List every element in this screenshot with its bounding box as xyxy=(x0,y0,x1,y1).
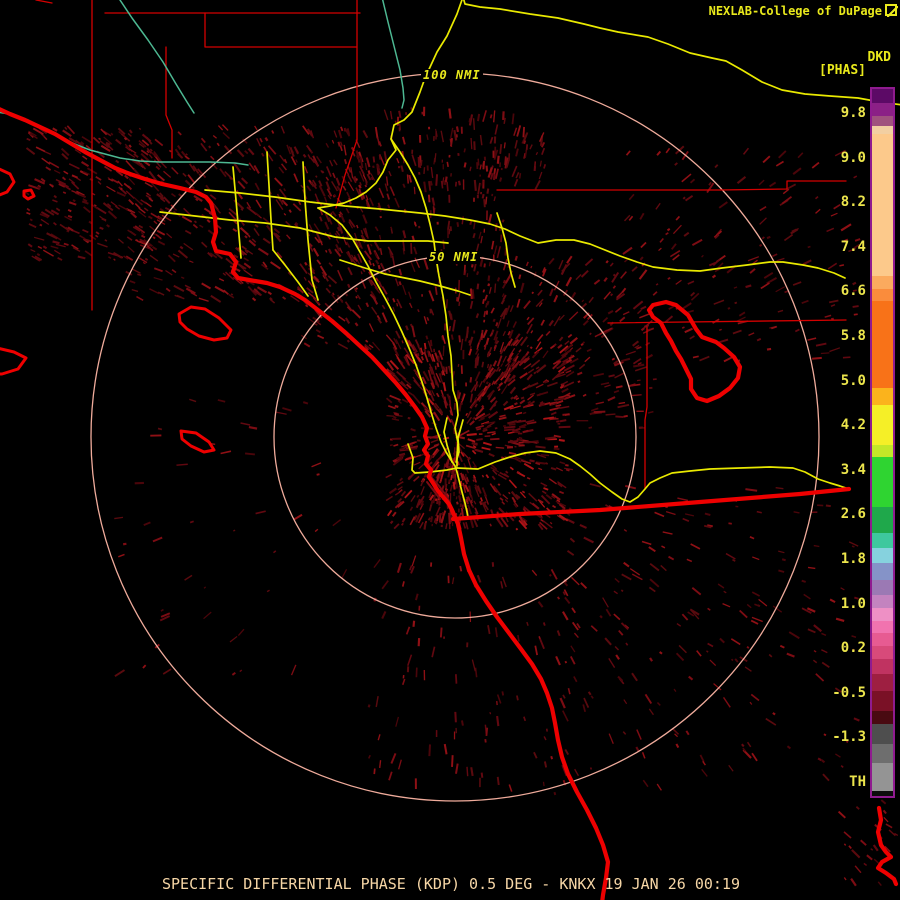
colorbar-segment xyxy=(872,580,893,595)
colorbar-segment xyxy=(872,116,893,126)
colorbar-tick-label: 3.4 xyxy=(840,461,866,478)
product-code: DKD xyxy=(867,50,891,65)
colorbar-segment xyxy=(872,276,893,289)
caption: SPECIFIC DIFFERENTIAL PHASE (KDP) 0.5 DE… xyxy=(162,875,740,893)
colorbar-segment xyxy=(872,621,893,633)
colorbar-segment xyxy=(872,711,893,724)
colorbar-segment xyxy=(872,791,893,796)
colorbar-segment xyxy=(872,595,893,608)
colorbar-tick-label: 1.0 xyxy=(840,595,866,612)
colorbar-tick-label: 8.2 xyxy=(840,194,866,211)
colorbar-segment xyxy=(872,388,893,405)
colorbar-segment xyxy=(872,659,893,674)
colorbar-segment xyxy=(872,548,893,563)
colorbar-tick-label: 4.2 xyxy=(840,417,866,434)
colorbar-segment xyxy=(872,89,893,103)
colorbar-segment xyxy=(872,744,893,763)
colorbar-tick-label: -0.5 xyxy=(832,684,866,701)
range-ring-label-50nmi: 50 NMI xyxy=(427,250,481,264)
colorbar-segment xyxy=(872,533,893,548)
colorbar-segment xyxy=(872,633,893,646)
colorbar-tick-label: 9.8 xyxy=(840,105,866,121)
roads xyxy=(159,0,900,518)
colorbar-tick-label: 7.4 xyxy=(840,238,866,255)
colorbar-tick-label: 1.8 xyxy=(840,551,866,567)
colorbar-segment xyxy=(872,134,893,276)
range-ring-label-100nmi: 100 NMI xyxy=(421,68,483,82)
colorbar-segment xyxy=(872,507,893,533)
colorbar-tick-label: 9.0 xyxy=(840,149,866,166)
product-units: [PHAS] xyxy=(819,63,866,78)
college-of-dupage-logo-icon xyxy=(885,4,898,17)
colorbar-segment xyxy=(872,646,893,659)
colorbar-tick-label: 6.6 xyxy=(840,283,866,300)
colorbar-segment xyxy=(872,763,893,791)
colorbar-tick-label: 5.0 xyxy=(840,372,866,389)
islands-lakes xyxy=(0,167,233,454)
colorbar-tick-label: 0.2 xyxy=(840,640,866,657)
radar-display: NEXLAB-College of DuPage DKD [PHAS] 9.8 9… xyxy=(0,0,900,900)
colorbar-tick-label: TH xyxy=(849,774,866,790)
colorbar-tick-label: -1.3 xyxy=(832,729,866,746)
colorbar-segment xyxy=(872,445,893,457)
colorbar-segment xyxy=(872,289,893,301)
colorbar-segment xyxy=(872,103,893,116)
radar-map xyxy=(0,0,900,900)
colorbar-segment xyxy=(872,301,893,388)
colorbar-segment xyxy=(872,405,893,445)
colorbar xyxy=(870,87,895,798)
colorbar-segment xyxy=(872,563,893,580)
page-title: NEXLAB-College of DuPage xyxy=(708,4,882,18)
colorbar-segment xyxy=(872,457,893,507)
colorbar-segment xyxy=(872,691,893,711)
colorbar-segment xyxy=(872,724,893,744)
colorbar-segment xyxy=(872,126,893,134)
colorbar-tick-label: 2.6 xyxy=(840,506,866,523)
colorbar-segment xyxy=(872,608,893,621)
colorbar-tick-label: 5.8 xyxy=(840,328,866,344)
teal-roads xyxy=(0,0,405,166)
colorbar-segment xyxy=(872,674,893,691)
